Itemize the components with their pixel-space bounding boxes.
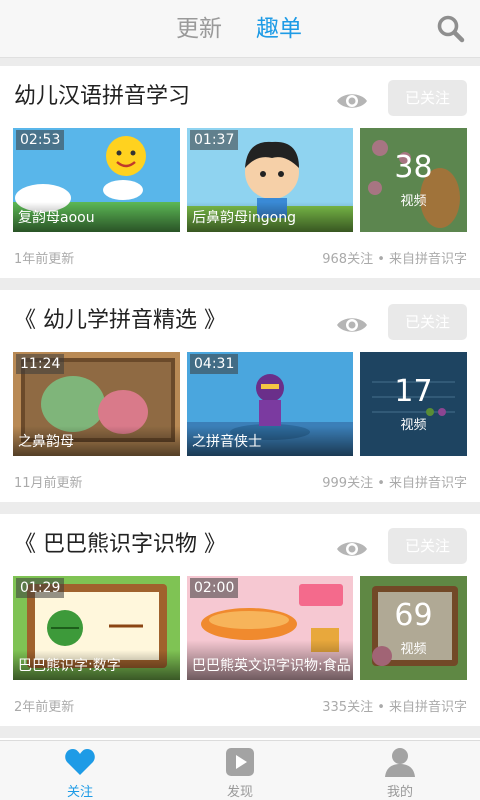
nav-label: 我的 bbox=[386, 785, 413, 800]
followed-button[interactable]: 已关注 bbox=[388, 304, 467, 340]
video-thumbnail[interactable]: 11:24 之鼻韵母 bbox=[13, 352, 180, 456]
list-title: 《 巴巴熊识字识物 》 bbox=[14, 532, 226, 557]
video-duration: 02:00 bbox=[190, 578, 239, 598]
video-duration: 02:53 bbox=[16, 130, 65, 150]
nav-discover[interactable]: 发现 bbox=[160, 741, 320, 800]
video-count-unit: 视频 bbox=[400, 194, 427, 209]
nav-label: 发现 bbox=[226, 785, 253, 800]
list-stats: 968关注 • 来自拼音识字 bbox=[322, 252, 467, 267]
video-caption: 复韵母aoou bbox=[18, 210, 95, 226]
followed-button[interactable]: 已关注 bbox=[388, 80, 467, 116]
tab-updates[interactable]: 更新 bbox=[176, 12, 222, 46]
person-icon bbox=[385, 748, 415, 777]
video-count-unit: 视频 bbox=[400, 642, 427, 657]
video-caption: 之拼音侠士 bbox=[192, 434, 262, 450]
list-title: 《 幼儿学拼音精选 》 bbox=[14, 308, 226, 333]
video-caption: 之鼻韵母 bbox=[18, 434, 74, 450]
top-bar: 更新 趣单 bbox=[0, 0, 480, 58]
video-count: 38 bbox=[394, 150, 433, 185]
video-count: 17 bbox=[394, 374, 433, 409]
list-stats: 999关注 • 来自拼音识字 bbox=[322, 476, 467, 491]
play-icon bbox=[226, 748, 254, 776]
video-duration: 01:37 bbox=[190, 130, 239, 150]
list-card[interactable]: 幼儿汉语拼音学习 已关注 02:53 复韵母aoou 01:37 后鼻韵母ing… bbox=[0, 66, 480, 278]
video-thumbnail[interactable]: 02:53 复韵母aoou bbox=[13, 128, 180, 232]
eye-icon bbox=[337, 318, 367, 332]
video-duration: 11:24 bbox=[16, 354, 65, 374]
nav-label: 关注 bbox=[66, 785, 93, 800]
list-title: 幼儿汉语拼音学习 bbox=[14, 84, 191, 109]
updated-time: 1年前更新 bbox=[14, 252, 75, 267]
list-card[interactable]: 《 巴巴熊识字识物 》 已关注 01:29 巴巴熊识字:数字 02:00 巴巴熊… bbox=[0, 514, 480, 726]
eye-icon bbox=[337, 542, 367, 556]
updated-time: 11月前更新 bbox=[14, 476, 83, 491]
more-videos-tile[interactable]: 17 视频 bbox=[360, 352, 467, 456]
video-thumbnail[interactable]: 02:00 巴巴熊英文识字识物:食品 bbox=[187, 576, 353, 680]
bottom-nav: 关注 发现 我的 bbox=[0, 740, 480, 800]
search-icon bbox=[437, 15, 465, 43]
more-videos-tile[interactable]: 38 视频 bbox=[360, 128, 467, 232]
more-videos-tile[interactable]: 69 视频 bbox=[360, 576, 467, 680]
video-thumbnail[interactable]: 04:31 之拼音侠士 bbox=[187, 352, 353, 456]
nav-mine[interactable]: 我的 bbox=[320, 741, 480, 800]
list-card[interactable]: 《 幼儿学拼音精选 》 已关注 11:24 之鼻韵母 04:31 之拼音侠士 1… bbox=[0, 290, 480, 502]
video-duration: 01:29 bbox=[16, 578, 65, 598]
nav-follow[interactable]: 关注 bbox=[0, 741, 160, 800]
video-caption: 巴巴熊英文识字识物:食品 bbox=[192, 658, 351, 674]
video-duration: 04:31 bbox=[190, 354, 239, 374]
followed-button[interactable]: 已关注 bbox=[388, 528, 467, 564]
tab-quidan[interactable]: 趣单 bbox=[256, 12, 302, 46]
video-caption: 巴巴熊识字:数字 bbox=[18, 658, 121, 674]
list-stats: 335关注 • 来自拼音识字 bbox=[322, 700, 467, 715]
search-button[interactable] bbox=[436, 14, 466, 44]
video-thumbnail[interactable]: 01:29 巴巴熊识字:数字 bbox=[13, 576, 180, 680]
video-count-unit: 视频 bbox=[400, 418, 427, 433]
video-count: 69 bbox=[394, 598, 433, 633]
eye-icon bbox=[337, 94, 367, 108]
heart-icon bbox=[65, 749, 95, 775]
video-thumbnail[interactable]: 01:37 后鼻韵母ingong bbox=[187, 128, 353, 232]
video-caption: 后鼻韵母ingong bbox=[192, 210, 296, 226]
updated-time: 2年前更新 bbox=[14, 700, 75, 715]
